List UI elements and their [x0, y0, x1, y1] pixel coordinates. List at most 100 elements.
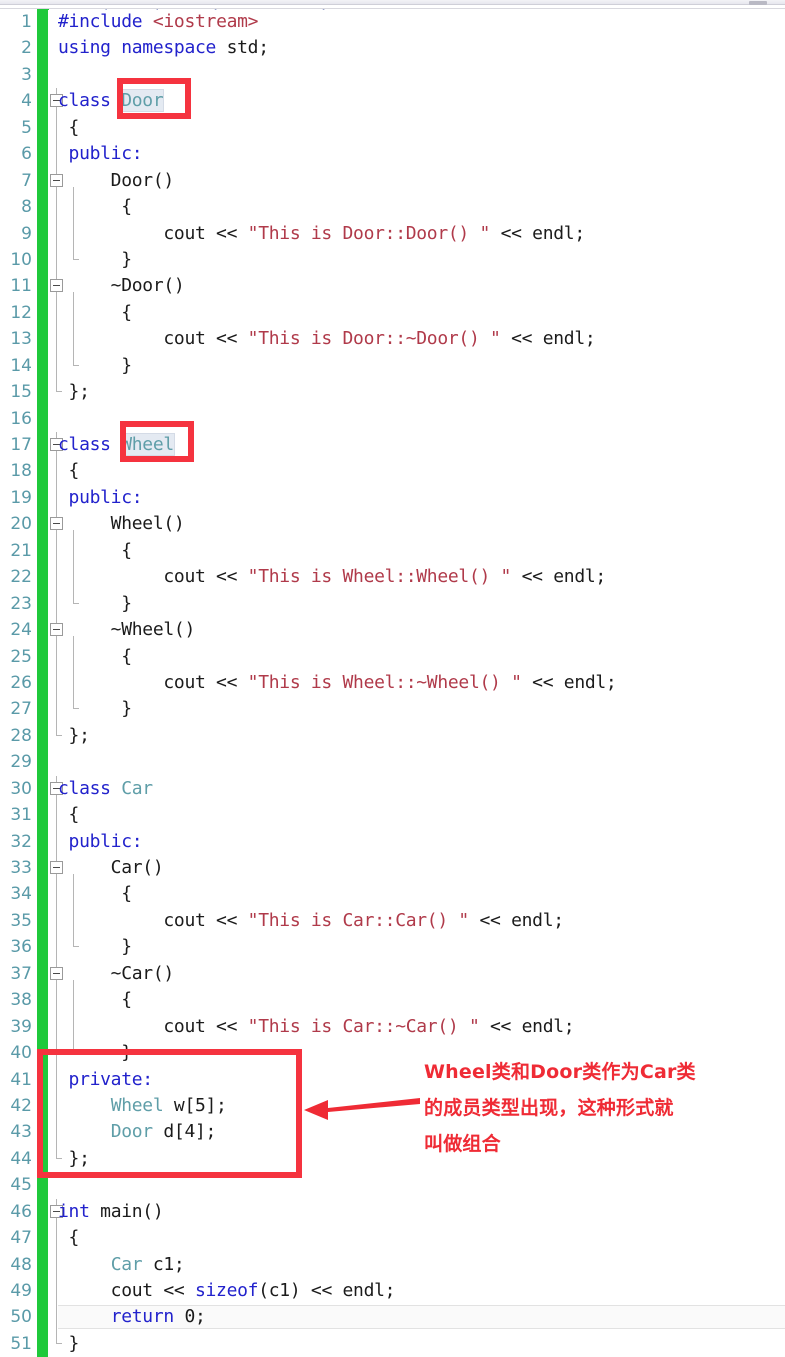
code-line[interactable]: 10 }	[0, 246, 785, 274]
code-line[interactable]: 13 cout << "This is Door::~Door() " << e…	[0, 326, 785, 353]
code-text[interactable]: cout << "This is Car::~Car() " << endl;	[58, 1014, 574, 1040]
code-text[interactable]: {	[58, 115, 80, 141]
code-text[interactable]: Door d[4];	[58, 1119, 217, 1145]
code-text[interactable]: {	[58, 881, 132, 907]
code-line[interactable]: 7 Door()	[0, 167, 785, 195]
code-line[interactable]: 8 {	[0, 194, 785, 221]
code-text[interactable]: cout << "This is Wheel::Wheel() " << end…	[58, 564, 606, 590]
fold-gutter[interactable]	[49, 406, 65, 432]
code-text[interactable]: {	[58, 194, 132, 220]
code-text[interactable]: Car c1;	[58, 1252, 185, 1278]
code-line[interactable]: 36 }	[0, 934, 785, 961]
code-text[interactable]: cout << "This is Door::~Door() " << endl…	[58, 326, 595, 352]
code-line[interactable]: 23 }	[0, 590, 785, 618]
code-line[interactable]: 4 class Door	[0, 88, 785, 116]
code-line[interactable]: 22 cout << "This is Wheel::Wheel() " << …	[0, 564, 785, 591]
code-line[interactable]: 17 class Wheel	[0, 432, 785, 459]
code-line[interactable]: 37 ~Car()	[0, 960, 785, 988]
code-line[interactable]: 20 Wheel()	[0, 511, 785, 539]
code-text[interactable]: private:	[58, 1067, 154, 1093]
code-text[interactable]: {	[58, 987, 132, 1013]
code-line[interactable]: 26 cout << "This is Wheel::~Wheel() " <<…	[0, 669, 785, 697]
code-line[interactable]: 49 cout << sizeof(c1) << endl;	[0, 1278, 785, 1305]
code-line[interactable]: 24 ~Wheel()	[0, 617, 785, 645]
code-text[interactable]: class Door	[58, 88, 165, 114]
fold-gutter[interactable]	[49, 749, 65, 775]
code-text[interactable]: {	[58, 1225, 80, 1251]
code-line[interactable]: 30 class Car	[0, 775, 785, 803]
code-line[interactable]: 34 {	[0, 881, 785, 908]
code-text[interactable]: public:	[58, 829, 143, 855]
code-text[interactable]: Wheel w[5];	[58, 1093, 227, 1119]
code-line[interactable]: 3	[0, 61, 785, 89]
code-line[interactable]: 48 Car c1;	[0, 1251, 785, 1278]
code-text[interactable]: Wheel()	[58, 511, 185, 537]
code-text[interactable]: }	[58, 591, 132, 617]
code-text[interactable]: using namespace std;	[58, 35, 269, 61]
code-line[interactable]: 11 ~Door()	[0, 273, 785, 301]
code-line[interactable]: 12 {	[0, 299, 785, 327]
fold-gutter[interactable]	[49, 62, 65, 88]
code-line[interactable]: 47 {	[0, 1225, 785, 1252]
code-text[interactable]: }	[58, 696, 132, 722]
code-text[interactable]: return 0;	[58, 1304, 206, 1330]
code-line[interactable]: 6 public:	[0, 141, 785, 168]
code-line[interactable]: 31 {	[0, 802, 785, 829]
code-text[interactable]: }	[58, 353, 132, 379]
change-indicator-bar	[37, 167, 48, 195]
code-line[interactable]: 18 {	[0, 458, 785, 485]
code-text[interactable]: public:	[58, 141, 143, 167]
code-text[interactable]: class Car	[58, 776, 153, 802]
code-line[interactable]: 32 public:	[0, 828, 785, 855]
code-line[interactable]: 35 cout << "This is Car::Car() " << endl…	[0, 907, 785, 935]
code-line[interactable]: 25 {	[0, 643, 785, 670]
code-text[interactable]: {	[58, 300, 132, 326]
code-line[interactable]: 21 {	[0, 537, 785, 565]
code-text[interactable]: #include <iostream>	[58, 9, 259, 35]
code-line[interactable]: 33 Car()	[0, 855, 785, 882]
code-text[interactable]: public:	[58, 485, 143, 511]
code-line[interactable]: 38 {	[0, 987, 785, 1014]
code-line[interactable]: 2 using namespace std;	[0, 35, 785, 62]
code-text[interactable]: {	[58, 802, 80, 828]
code-text[interactable]: {	[58, 644, 132, 670]
code-line[interactable]: 28 };	[0, 722, 785, 750]
code-text[interactable]: };	[58, 379, 90, 405]
code-text[interactable]: }	[58, 247, 132, 273]
code-text[interactable]: }	[58, 1331, 80, 1357]
code-line[interactable]: 27 }	[0, 696, 785, 723]
code-text[interactable]: }	[58, 1040, 132, 1066]
code-line[interactable]: 45	[0, 1172, 785, 1199]
code-text[interactable]: };	[58, 1146, 90, 1172]
code-text[interactable]: ~Door()	[58, 273, 185, 299]
code-text[interactable]: ~Wheel()	[58, 617, 196, 643]
code-line[interactable]: 51 }	[0, 1330, 785, 1357]
code-line[interactable]: 9 cout << "This is Door::Door() " << end…	[0, 220, 785, 247]
code-line[interactable]: 39 cout << "This is Car::~Car() " << end…	[0, 1013, 785, 1041]
code-text[interactable]: {	[58, 538, 132, 564]
horizontal-scrollbar-thumb[interactable]	[749, 1, 767, 5]
code-text[interactable]: int main()	[58, 1199, 164, 1225]
code-line[interactable]: 19 public:	[0, 484, 785, 512]
code-text[interactable]: cout << sizeof(c1) << endl;	[58, 1278, 396, 1304]
code-text[interactable]: class Wheel	[58, 432, 175, 458]
code-text[interactable]: }	[58, 934, 132, 960]
code-text[interactable]: };	[58, 723, 90, 749]
code-line[interactable]: 29	[0, 749, 785, 776]
horizontal-scrollbar[interactable]	[0, 0, 785, 5]
code-text[interactable]: Door()	[58, 168, 175, 194]
fold-gutter[interactable]	[49, 1172, 65, 1198]
code-text[interactable]: {	[58, 458, 80, 484]
code-line[interactable]: 16	[0, 405, 785, 432]
code-text[interactable]: cout << "This is Wheel::~Wheel() " << en…	[58, 670, 616, 696]
code-line[interactable]: 50 return 0;	[0, 1304, 785, 1331]
code-line[interactable]: 15 };	[0, 379, 785, 406]
code-line[interactable]: 14 }	[0, 352, 785, 380]
code-line[interactable]: 5 {	[0, 114, 785, 142]
code-text[interactable]: cout << "This is Car::Car() " << endl;	[58, 908, 564, 934]
code-text[interactable]: Car()	[58, 855, 164, 881]
code-text[interactable]: cout << "This is Door::Door() " << endl;	[58, 221, 585, 247]
code-text[interactable]: ~Car()	[58, 961, 175, 987]
code-line[interactable]: 46 int main()	[0, 1198, 785, 1226]
code-line[interactable]: 1 #include <iostream>	[0, 9, 785, 36]
